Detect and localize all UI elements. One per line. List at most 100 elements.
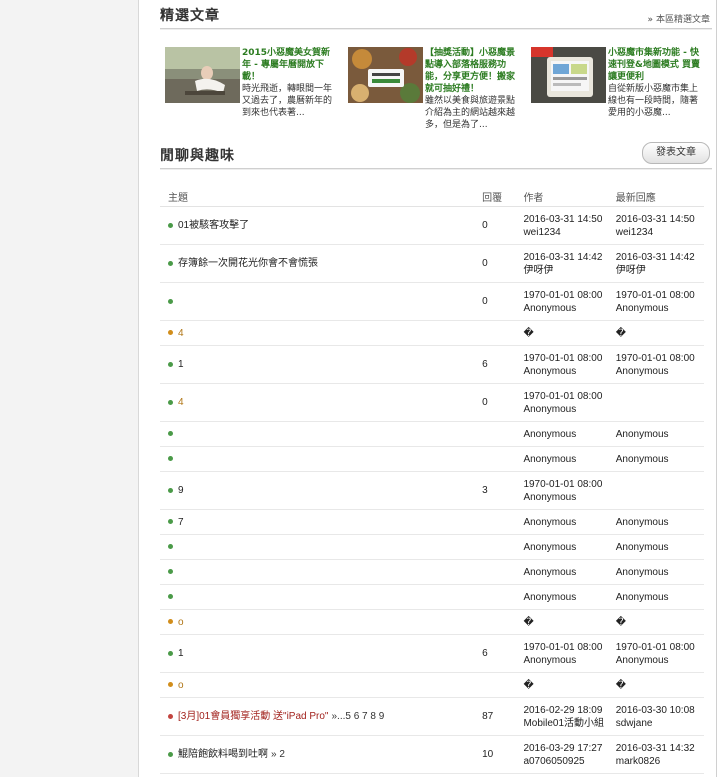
table-row[interactable]: 0 1970-01-01 08:00 Anonymous 1970-01-01 08:…: [160, 282, 704, 321]
topic-link[interactable]: 存簿餘一次開花光你會不會慌張: [178, 258, 318, 269]
page-links[interactable]: »...5 6 7 8 9: [331, 711, 384, 722]
topic-link[interactable]: [3月]01會員獨享活動 送"iPad Pro": [178, 711, 328, 722]
featured-article-1[interactable]: 2015小惡魔美女賀新年 - 專屬年曆開放下載！ 時光飛逝，轉眼間一年又過去了，…: [160, 47, 336, 131]
author-name[interactable]: Anonymous: [523, 403, 615, 416]
last-reply-user[interactable]: Anonymous: [616, 591, 704, 604]
topic-link[interactable]: 鯤陪飽飲料喝到吐啊: [178, 749, 268, 760]
last-reply-cell: Anonymous: [615, 446, 704, 472]
last-reply-user[interactable]: mark0826: [616, 755, 704, 768]
author-name[interactable]: wei1234: [523, 226, 615, 239]
last-reply-cell: Anonymous: [615, 534, 704, 560]
last-reply-date: 2016-03-31 14:32: [615, 742, 695, 754]
featured-article-2[interactable]: 【抽獎活動】小惡魔景點導入部落格服務功能，分享更方便！搬家就可抽好禮！ 雖然以美…: [343, 47, 519, 131]
last-reply-user[interactable]: �: [616, 679, 704, 692]
topic-cell: 4: [160, 383, 483, 422]
last-reply-user[interactable]: Anonymous: [616, 365, 704, 378]
author-cell: Anonymous: [523, 446, 616, 472]
author-name[interactable]: �: [523, 616, 615, 629]
topic-link[interactable]: 9: [178, 485, 184, 496]
table-row[interactable]: 4 � �: [160, 320, 704, 346]
topic-cell: [160, 421, 483, 447]
table-row[interactable]: 鯤陪飽飲料喝到吐啊» 2 10 2016-03-29 17:27 a070605092…: [160, 735, 704, 774]
featured-thumbnail-1[interactable]: [165, 47, 240, 103]
author-name[interactable]: a0706050925: [523, 755, 615, 768]
featured-title-3[interactable]: 小惡魔市集新功能 - 快速刊登&地圖模式 買賣讓更便利: [608, 47, 700, 83]
last-reply-cell: 2016-03-31 14:50 wei1234: [615, 206, 704, 245]
table-row[interactable]: 4 0 1970-01-01 08:00 Anonymous: [160, 383, 704, 422]
author-name[interactable]: Anonymous: [523, 566, 615, 579]
author-name[interactable]: Anonymous: [523, 516, 615, 529]
topic-link[interactable]: 4: [178, 328, 184, 339]
table-row[interactable]: 7 Anonymous Anonymous: [160, 509, 704, 535]
last-reply-date: 2016-03-31 14:42: [615, 251, 695, 263]
topic-link[interactable]: 1: [178, 359, 184, 370]
author-cell: 2016-03-31 14:42 伊呀伊: [523, 244, 616, 283]
table-row[interactable]: 存簿餘一次開花光你會不會慌張 0 2016-03-31 14:42 伊呀伊 2016-0…: [160, 244, 704, 283]
author-name[interactable]: 伊呀伊: [523, 264, 615, 277]
featured-thumbnail-2[interactable]: [348, 47, 423, 103]
last-reply-user[interactable]: Anonymous: [616, 566, 704, 579]
topic-link[interactable]: 1: [178, 648, 184, 659]
reply-count: [482, 320, 524, 346]
right-border: [716, 0, 717, 777]
topic-link[interactable]: o: [178, 617, 184, 628]
topic-cell: [160, 534, 483, 560]
table-row[interactable]: [3月]01會員獨享活動 送"iPad Pro" »...5 6 7 8 9 87 2…: [160, 697, 704, 736]
author-name[interactable]: �: [523, 327, 615, 340]
last-reply-user[interactable]: sdwjane: [616, 717, 704, 730]
last-reply-user[interactable]: wei1234: [616, 226, 704, 239]
author-name[interactable]: Anonymous: [523, 365, 615, 378]
last-reply-user[interactable]: Anonymous: [616, 516, 704, 529]
double-arrow-icon: »: [647, 15, 653, 25]
last-reply-user[interactable]: �: [616, 616, 704, 629]
status-dot-icon: [168, 751, 173, 757]
topic-cell: [160, 446, 483, 472]
author-name[interactable]: Anonymous: [523, 541, 615, 554]
featured-title-2[interactable]: 【抽獎活動】小惡魔景點導入部落格服務功能，分享更方便！搬家就可抽好禮！: [425, 47, 517, 95]
topic-link[interactable]: 7: [178, 517, 184, 528]
last-reply-user[interactable]: 伊呀伊: [616, 264, 704, 277]
last-reply-user[interactable]: Anonymous: [616, 302, 704, 315]
topic-cell: 7: [160, 509, 483, 535]
table-row[interactable]: o � �: [160, 609, 704, 635]
last-reply-user[interactable]: Anonymous: [616, 654, 704, 667]
page-links[interactable]: » 2: [271, 749, 285, 760]
featured-excerpt-1: 時光飛逝，轉眼間一年又過去了，農曆新年的到來也代表著...: [242, 84, 333, 118]
table-row[interactable]: 1 6 1970-01-01 08:00 Anonymous 1970-01-01 08…: [160, 634, 704, 673]
featured-thumbnail-3[interactable]: [531, 47, 606, 103]
author-name[interactable]: Anonymous: [523, 453, 615, 466]
topic-link[interactable]: o: [178, 680, 184, 691]
featured-more-link[interactable]: » 本區精選文章: [647, 12, 710, 25]
table-row[interactable]: Anonymous Anonymous: [160, 534, 704, 560]
topic-table-header: 主題 回覆 作者 最新回應: [160, 186, 704, 207]
author-name[interactable]: Anonymous: [523, 428, 615, 441]
table-row[interactable]: Anonymous Anonymous: [160, 421, 704, 447]
post-article-button[interactable]: 發表文章: [642, 142, 710, 164]
author-name[interactable]: Anonymous: [523, 302, 615, 315]
table-row[interactable]: 9 3 1970-01-01 08:00 Anonymous: [160, 471, 704, 510]
table-row[interactable]: Anonymous Anonymous: [160, 559, 704, 585]
last-reply-user[interactable]: Anonymous: [616, 453, 704, 466]
author-name[interactable]: Anonymous: [523, 654, 615, 667]
author-cell: 1970-01-01 08:00 Anonymous: [523, 345, 616, 384]
table-row[interactable]: Anonymous Anonymous: [160, 584, 704, 610]
author-name[interactable]: Anonymous: [523, 591, 615, 604]
table-row[interactable]: 1 6 1970-01-01 08:00 Anonymous 1970-01-01 08…: [160, 345, 704, 384]
last-reply-user[interactable]: Anonymous: [616, 541, 704, 554]
featured-title-1[interactable]: 2015小惡魔美女賀新年 - 專屬年曆開放下載！: [242, 47, 334, 83]
author-name[interactable]: Anonymous: [523, 491, 615, 504]
last-reply-cell: �: [615, 320, 704, 346]
table-row[interactable]: 01被駭客攻擊了 0 2016-03-31 14:50 wei1234 2016-03-…: [160, 206, 704, 245]
status-dot-icon: [168, 682, 173, 688]
last-reply-user[interactable]: Anonymous: [616, 428, 704, 441]
forum-header: 閒聊與趣味 發表文章: [160, 140, 712, 169]
table-row[interactable]: o � �: [160, 672, 704, 698]
author-name[interactable]: �: [523, 679, 615, 692]
author-name[interactable]: Mobile01活動小組: [523, 717, 615, 730]
featured-article-3[interactable]: 小惡魔市集新功能 - 快速刊登&地圖模式 買賣讓更便利 自從新版小惡魔市集上線也…: [526, 47, 702, 131]
topic-link[interactable]: 4: [178, 397, 184, 408]
last-reply-user[interactable]: �: [616, 327, 704, 340]
table-row[interactable]: Anonymous Anonymous: [160, 446, 704, 472]
col-author: 作者: [523, 186, 616, 207]
topic-link[interactable]: 01被駭客攻擊了: [178, 220, 249, 231]
